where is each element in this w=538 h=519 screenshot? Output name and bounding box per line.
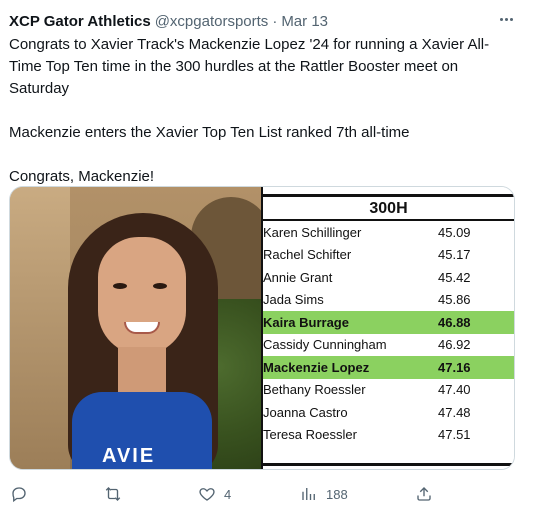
top-ten-list-image[interactable]: 300H Karen Schillinger 45.09 Rachel Schift… — [261, 187, 514, 469]
athlete-name: Mackenzie Lopez — [263, 359, 370, 375]
like-button[interactable]: 4 — [198, 478, 231, 510]
athlete-time: 47.40 — [438, 382, 471, 398]
athlete-time: 45.09 — [438, 224, 471, 240]
views-button[interactable]: 188 — [300, 478, 348, 510]
athlete-time: 45.42 — [438, 269, 471, 285]
table-row: Karen Schillinger 45.09 — [263, 221, 514, 244]
athlete-photo[interactable]: AVIE — [10, 187, 261, 469]
athlete-name: Cassidy Cunningham — [263, 337, 387, 353]
tweet-text: Congrats to Xavier Track's Mackenzie Lop… — [9, 34, 519, 188]
reply-icon — [12, 487, 26, 503]
tweet-paragraph: Congrats, Mackenzie! — [9, 168, 155, 185]
athlete-name: Karen Schillinger — [263, 224, 362, 240]
jersey-text: AVIE — [102, 445, 156, 467]
like-icon — [199, 488, 215, 501]
table-row: Annie Grant 45.42 — [263, 266, 514, 289]
tweet[interactable]: XCP Gator Athletics @xcpgatorsports · Ma… — [0, 0, 538, 519]
athlete-name: Rachel Schifter — [263, 247, 352, 263]
athlete-time: 46.92 — [438, 337, 471, 353]
tweet-media[interactable]: AVIE 300H Karen Schillinger 45.09 Rachel S… — [9, 186, 515, 470]
athlete-name: Kaira Burrage — [263, 314, 349, 330]
table-row: Mackenzie Lopez 47.16 — [263, 356, 514, 379]
table-row: Joanna Castro 47.48 — [263, 401, 514, 424]
reply-button[interactable] — [10, 478, 36, 510]
tweet-header: XCP Gator Athletics @xcpgatorsports · Ma… — [9, 10, 328, 32]
athlete-name: Jada Sims — [263, 292, 324, 308]
table-row: Kaira Burrage 46.88 — [263, 311, 514, 334]
table-row: Cassidy Cunningham 46.92 — [263, 334, 514, 357]
share-icon — [417, 487, 431, 501]
top-ten-table: 300H Karen Schillinger 45.09 Rachel Schift… — [263, 194, 514, 466]
author-name[interactable]: XCP Gator Athletics — [9, 13, 151, 30]
views-count: 188 — [326, 486, 348, 502]
views-icon — [302, 488, 315, 500]
athlete-time: 46.88 — [438, 314, 471, 330]
athlete-name: Bethany Roessler — [263, 382, 366, 398]
table-row: Teresa Roessler 47.51 — [263, 424, 514, 447]
retweet-icon — [105, 487, 121, 501]
athlete-time: 47.51 — [438, 427, 471, 443]
more-options-icon[interactable] — [496, 9, 516, 29]
share-button[interactable] — [415, 478, 433, 510]
table-row: Jada Sims 45.86 — [263, 289, 514, 312]
like-count: 4 — [224, 486, 232, 502]
retweet-button[interactable] — [104, 478, 130, 510]
table-row: Rachel Schifter 45.17 — [263, 244, 514, 267]
athlete-time: 47.16 — [438, 359, 471, 375]
separator-dot: · — [272, 12, 278, 30]
table-row: Bethany Roessler 47.40 — [263, 379, 514, 402]
tweet-actions: 4 188 — [0, 478, 538, 510]
athlete-name: Joanna Castro — [263, 404, 348, 420]
athlete-time: 45.86 — [438, 292, 471, 308]
athlete-time: 47.48 — [438, 404, 471, 420]
tweet-date[interactable]: Mar 13 — [281, 13, 328, 30]
athlete-name: Annie Grant — [263, 269, 333, 285]
author-handle[interactable]: @xcpgatorsports — [155, 13, 269, 30]
athlete-name: Teresa Roessler — [263, 427, 357, 443]
tweet-paragraph: Mackenzie enters the Xavier Top Ten List… — [9, 124, 410, 141]
tweet-paragraph: Congrats to Xavier Track's Mackenzie Lop… — [9, 36, 490, 97]
table-heading: 300H — [263, 197, 514, 221]
athlete-time: 45.17 — [438, 247, 471, 263]
